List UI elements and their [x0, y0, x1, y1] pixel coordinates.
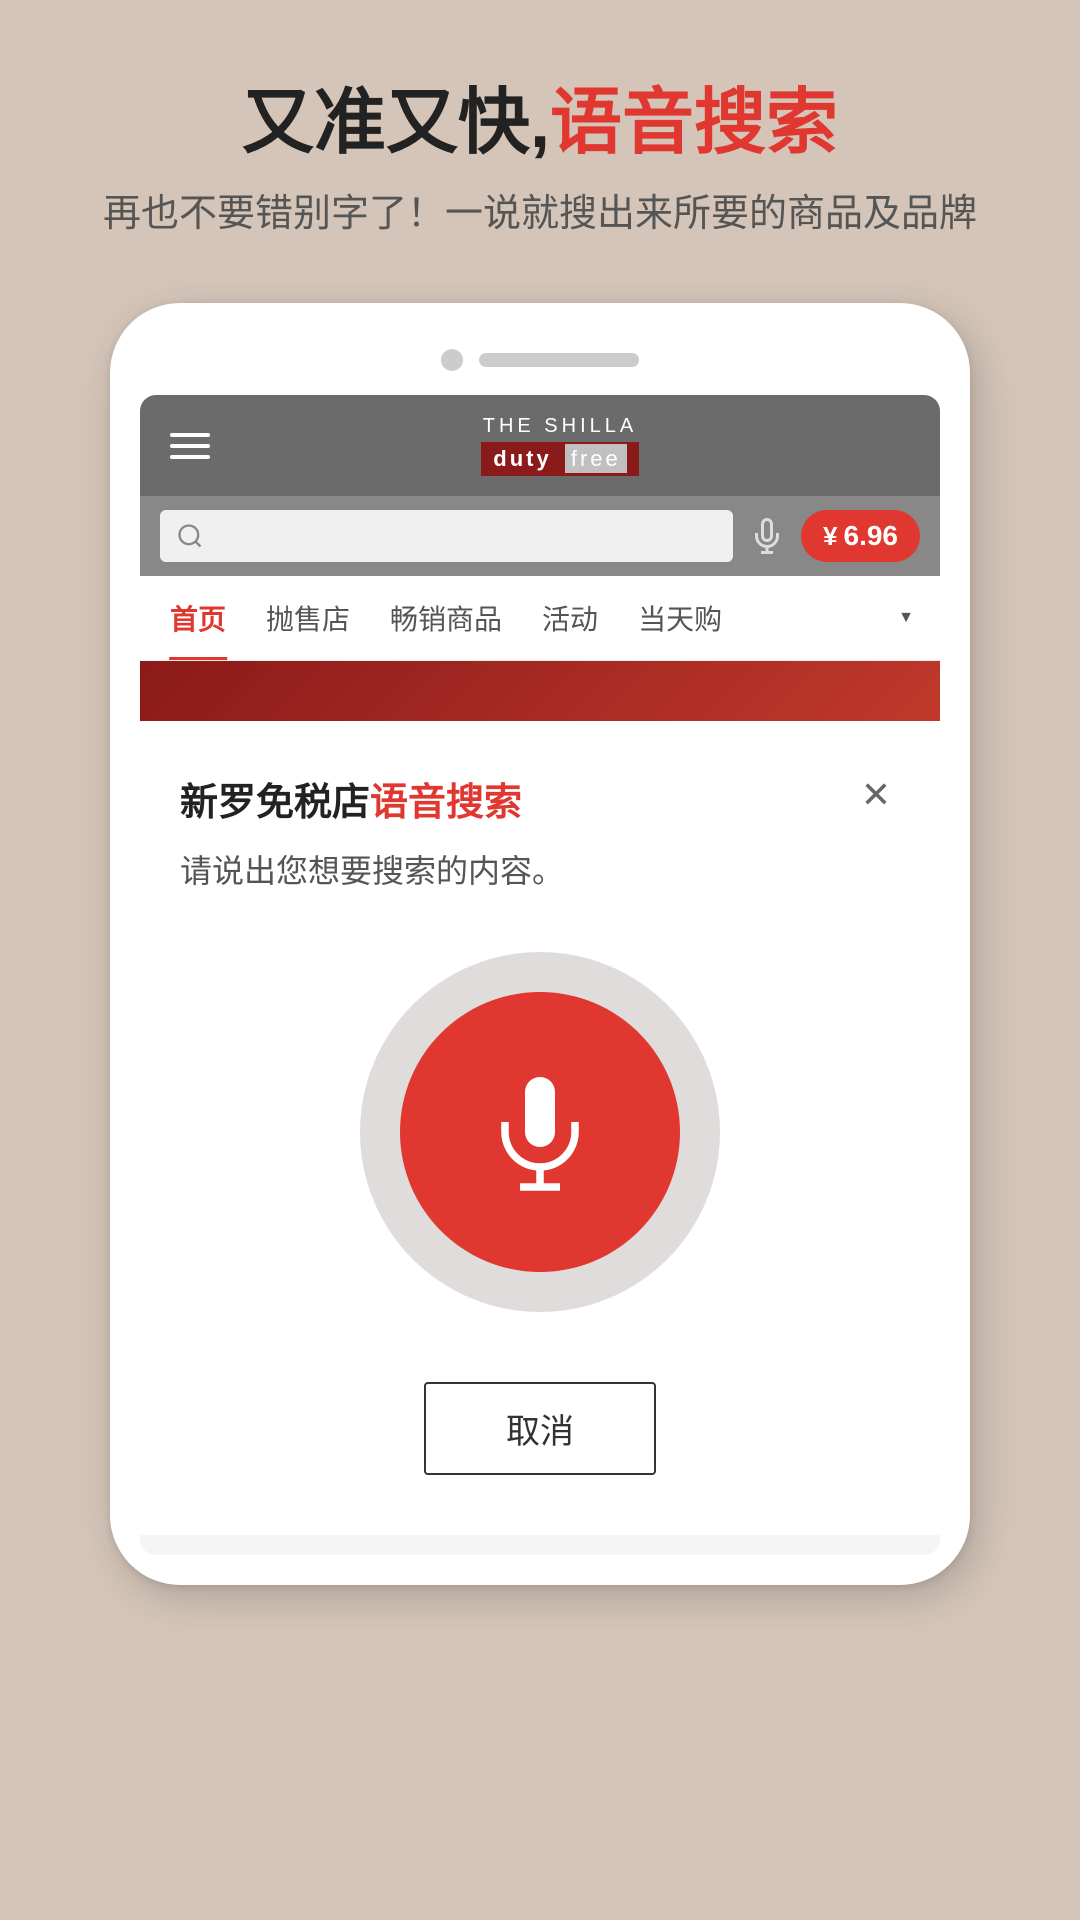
nav-tab-today[interactable]: 当天购 — [618, 576, 742, 660]
close-button[interactable]: ✕ — [852, 771, 900, 819]
app-header: THE SHILLA duty free — [140, 395, 940, 496]
search-bar: ¥ 6.96 — [140, 496, 940, 576]
phone-bottom-bar — [140, 1535, 940, 1555]
brand-duty-free: duty free — [481, 442, 639, 476]
cancel-button[interactable]: 取消 — [424, 1382, 656, 1475]
banner-preview — [140, 661, 940, 721]
nav-tab-events[interactable]: 活动 — [522, 576, 618, 660]
phone-screen: THE SHILLA duty free — [140, 395, 940, 1555]
page-header: 又准又快,语音搜索 再也不要错别字了！一说就搜出来所要的商品及品牌 — [43, 80, 1037, 243]
cancel-btn-area: 取消 — [180, 1382, 900, 1475]
voice-title-red: 语音搜索 — [370, 782, 522, 824]
points-badge: ¥ 6.96 — [801, 510, 920, 562]
voice-modal-header: 新罗免税店语音搜索 ✕ — [180, 771, 900, 826]
points-value: 6.96 — [844, 520, 899, 552]
mic-icon[interactable] — [749, 518, 785, 554]
voice-modal-title: 新罗免税店语音搜索 — [180, 771, 522, 826]
nav-tab-home[interactable]: 首页 — [150, 576, 246, 660]
phone-speaker — [479, 353, 639, 367]
page-subtitle: 再也不要错别字了！一说就搜出来所要的商品及品牌 — [103, 186, 977, 243]
search-icon — [176, 522, 204, 550]
title-red: 语音搜索 — [550, 83, 838, 163]
nav-tabs: 首页 抛售店 畅销商品 活动 当天购 ▼ — [140, 576, 940, 661]
title-black: 又准又快, — [242, 83, 550, 163]
currency-symbol: ¥ — [823, 521, 837, 552]
search-input-area[interactable] — [160, 510, 733, 562]
brand-free: free — [565, 444, 627, 473]
nav-more-icon[interactable]: ▼ — [882, 593, 930, 643]
voice-mic-button[interactable] — [400, 992, 680, 1272]
voice-title-black: 新罗免税店 — [180, 782, 370, 824]
phone-frame: THE SHILLA duty free — [110, 303, 970, 1585]
brand-logo: THE SHILLA duty free — [481, 415, 639, 476]
hamburger-menu-icon[interactable] — [170, 433, 210, 459]
phone-camera — [441, 349, 463, 371]
voice-circle-outer — [360, 952, 720, 1312]
brand-name: THE SHILLA — [481, 415, 639, 438]
voice-modal: 新罗免税店语音搜索 ✕ 请说出您想要搜索的内容。 取消 — [140, 721, 940, 1535]
voice-modal-subtitle: 请说出您想要搜索的内容。 — [180, 846, 900, 892]
brand-duty: duty — [493, 446, 551, 471]
phone-notch — [140, 333, 940, 395]
nav-tab-sale[interactable]: 抛售店 — [246, 576, 370, 660]
mic-large-icon — [480, 1072, 600, 1192]
nav-tab-bestseller[interactable]: 畅销商品 — [370, 576, 522, 660]
page-title: 又准又快,语音搜索 — [103, 80, 977, 166]
